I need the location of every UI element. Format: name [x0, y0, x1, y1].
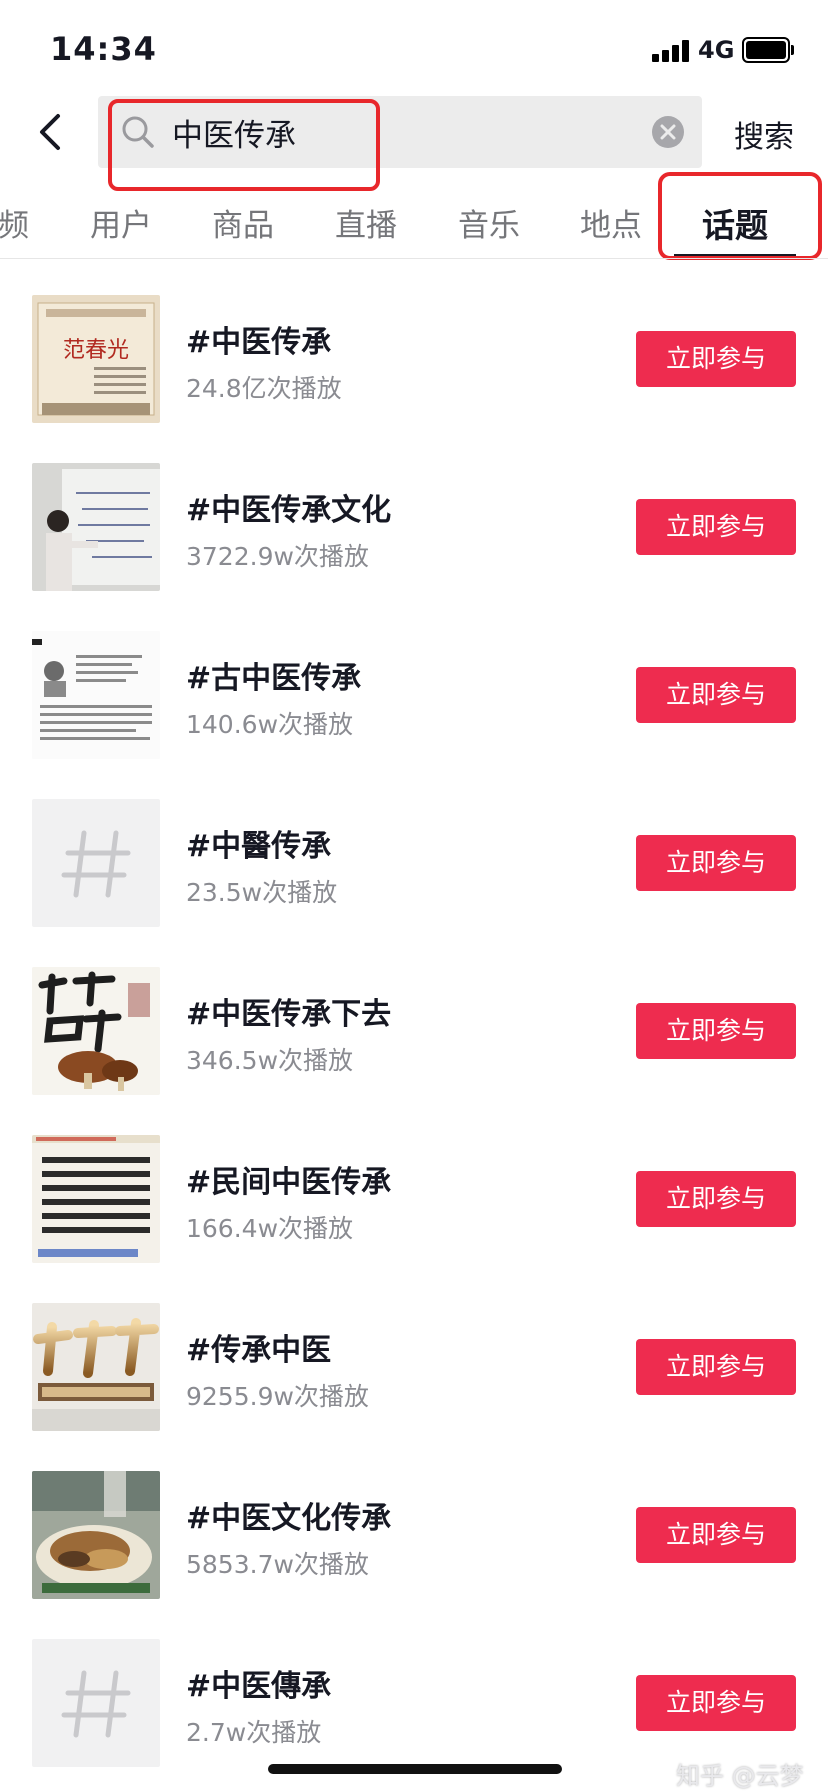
join-button[interactable]: 立即参与 [636, 1675, 796, 1731]
topic-row[interactable]: 范春光 #中医传承 24.8亿次播放 立即参与 [0, 259, 828, 427]
topic-thumbnail [32, 1639, 160, 1767]
join-button[interactable]: 立即参与 [636, 1507, 796, 1563]
join-button[interactable]: 立即参与 [636, 1339, 796, 1395]
tab-places[interactable]: 地点 [580, 200, 642, 245]
topic-title: #中医传承下去 [186, 997, 392, 1032]
topic-title: #传承中医 [186, 1333, 332, 1368]
topic-title: #民间中医传承 [186, 1165, 392, 1200]
topic-thumbnail: 范春光 [32, 295, 160, 423]
signal-icon [652, 40, 690, 62]
status-time: 14:34 [50, 30, 157, 68]
topic-play-count: 9255.9w次播放 [186, 1382, 369, 1411]
topic-thumbnail [32, 1471, 160, 1599]
topic-play-count: 346.5w次播放 [186, 1046, 354, 1075]
home-indicator [268, 1764, 562, 1774]
tab-highlight-box [658, 172, 822, 260]
tab-music[interactable]: 音乐 [458, 200, 520, 245]
join-button[interactable]: 立即参与 [636, 1171, 796, 1227]
topic-thumbnail [32, 463, 160, 591]
topic-play-count: 2.7w次播放 [186, 1718, 322, 1747]
topic-thumbnail [32, 1303, 160, 1431]
topic-title: #古中医传承 [186, 661, 362, 696]
chevron-left-icon [40, 114, 60, 150]
topic-row[interactable]: #中医传承文化 3722.9w次播放 立即参与 [0, 427, 828, 595]
topic-title: #中医傳承 [186, 1669, 332, 1704]
topic-play-count: 166.4w次播放 [186, 1214, 354, 1243]
topic-play-count: 24.8亿次播放 [186, 374, 342, 403]
join-button[interactable]: 立即参与 [636, 667, 796, 723]
topic-row[interactable]: #中医传承下去 346.5w次播放 立即参与 [0, 931, 828, 1099]
network-type: 4G [698, 36, 735, 64]
search-highlight-box [108, 99, 380, 191]
topic-thumbnail [32, 631, 160, 759]
hashtag-icon [61, 1670, 131, 1738]
topic-row[interactable]: #中医文化传承 5853.7w次播放 立即参与 [0, 1435, 828, 1603]
topic-row[interactable]: #古中医传承 140.6w次播放 立即参与 [0, 595, 828, 763]
topic-row[interactable]: #传承中医 9255.9w次播放 立即参与 [0, 1267, 828, 1435]
topic-row[interactable]: #中醫传承 23.5w次播放 立即参与 [0, 763, 828, 931]
watermark: 知乎 @云梦 [676, 1762, 804, 1790]
join-button[interactable]: 立即参与 [636, 499, 796, 555]
topic-play-count: 3722.9w次播放 [186, 542, 369, 571]
clear-icon[interactable] [651, 115, 685, 149]
topic-row[interactable]: #中医傳承 2.7w次播放 立即参与 [0, 1603, 828, 1771]
topic-title: #中醫传承 [186, 829, 332, 864]
battery-icon [742, 37, 794, 63]
search-button[interactable]: 搜索 [734, 112, 794, 156]
topic-thumbnail [32, 799, 160, 927]
tab-live[interactable]: 直播 [335, 200, 397, 245]
tab-video[interactable]: 频 [0, 200, 29, 245]
join-button[interactable]: 立即参与 [636, 835, 796, 891]
topic-title: #中医传承 [186, 325, 332, 360]
topic-play-count: 140.6w次播放 [186, 710, 354, 739]
svg-text:范春光: 范春光 [63, 338, 129, 363]
hashtag-icon [61, 830, 131, 898]
topic-thumbnail [32, 1135, 160, 1263]
topic-row[interactable]: #民间中医传承 166.4w次播放 立即参与 [0, 1099, 828, 1267]
back-button[interactable] [30, 108, 72, 156]
tab-products[interactable]: 商品 [212, 200, 274, 245]
status-bar: 14:34 4G [0, 0, 828, 96]
join-button[interactable]: 立即参与 [636, 1003, 796, 1059]
topic-play-count: 5853.7w次播放 [186, 1550, 369, 1579]
topic-play-count: 23.5w次播放 [186, 878, 338, 907]
tab-users[interactable]: 用户 [90, 200, 152, 245]
topic-title: #中医传承文化 [186, 493, 392, 528]
join-button[interactable]: 立即参与 [636, 331, 796, 387]
topic-thumbnail [32, 967, 160, 1095]
topic-title: #中医文化传承 [186, 1501, 392, 1536]
